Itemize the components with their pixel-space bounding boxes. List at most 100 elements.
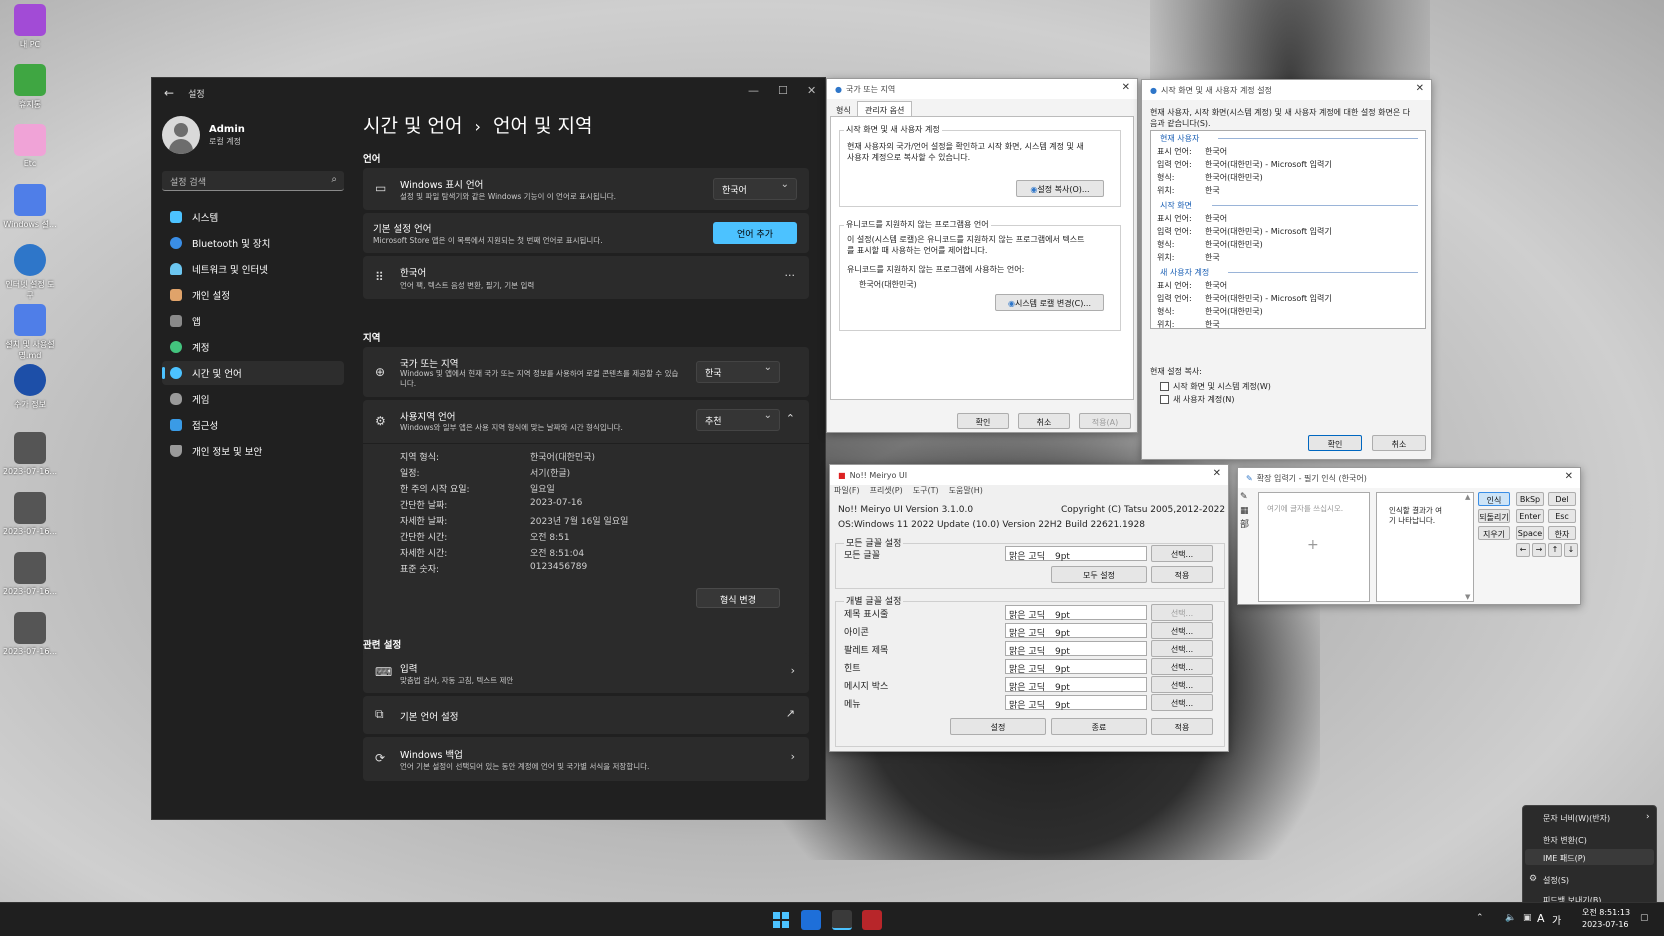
desktop-icon-recycle-bin[interactable]: 휴지통 [2,64,58,110]
select-palette-font-button[interactable]: 선택... [1151,640,1213,657]
apply-button[interactable]: 적용(A) [1079,413,1131,429]
sidebar-item-gaming[interactable]: 게임 [162,387,344,411]
checkbox-new-user[interactable] [1160,395,1169,404]
hanja-key[interactable]: 한자 [1548,526,1576,540]
sidebar-item-apps[interactable]: 앱 [162,309,344,333]
change-format-button[interactable]: 형식 변경 [696,588,780,608]
select-hint-font-button[interactable]: 선택... [1151,658,1213,675]
ok-button[interactable]: 확인 [957,413,1009,429]
menu-item-ime-pad[interactable]: IME 패드(P) [1543,853,1586,864]
recognition-result-list[interactable]: 인식할 결과가 여 기 나타납니다. ▲ ▼ [1376,492,1474,602]
select-icon-font-button[interactable]: 선택... [1151,622,1213,639]
drag-handle-icon[interactable]: ⠿ [375,270,384,284]
close-icon[interactable]: ✕ [1565,471,1573,482]
apply-all-button[interactable]: 적용 [1151,566,1213,583]
add-language-button[interactable]: 언어 추가 [713,222,797,244]
backspace-key[interactable]: BkSp [1516,492,1544,506]
delete-key[interactable]: Del [1548,492,1576,506]
speaker-icon[interactable]: 🔈 [1505,913,1516,923]
exit-button[interactable]: 종료 [1051,718,1147,735]
cancel-button[interactable]: 취소 [1018,413,1070,429]
close-icon[interactable]: ✕ [807,84,816,97]
minimize-icon[interactable]: — [748,84,759,97]
file-explorer-icon[interactable] [801,910,821,930]
scroll-up-icon[interactable]: ▲ [1465,493,1470,501]
enter-key[interactable]: Enter [1516,509,1544,523]
maximize-icon[interactable]: ☐ [778,84,788,97]
menu-item-hanja[interactable]: 한자 변환(C) [1543,835,1587,846]
chevron-up-icon[interactable]: ⌃ [1476,913,1484,923]
desktop-icon-info[interactable]: 수가 정보 [2,364,58,410]
close-icon[interactable]: ✕ [1122,82,1130,93]
sidebar-item-personalization[interactable]: 개인 설정 [162,283,344,307]
desktop-icon-this-pc[interactable]: 내 PC [2,4,58,50]
clear-button[interactable]: 지우기 [1478,526,1510,540]
arrow-up-icon[interactable]: ↑ [1548,543,1562,557]
handwriting-canvas[interactable]: 여기에 글자를 쓰십시오. + [1258,492,1370,602]
breadcrumb-parent[interactable]: 시간 및 언어 [363,115,462,137]
space-key[interactable]: Space [1516,526,1544,540]
select-title-font-button[interactable]: 선택... [1151,604,1213,621]
apply-button[interactable]: 적용 [1151,718,1213,735]
arrow-right-icon[interactable]: → [1532,543,1546,557]
ime-mode-indicator[interactable]: A [1537,912,1545,925]
ok-button[interactable]: 확인 [1308,435,1362,451]
copy-settings-button[interactable]: ◉설정 복사(O)... [1016,180,1104,197]
sidebar-item-time-language[interactable]: 시간 및 언어 [162,361,344,385]
desktop-icon-readme[interactable]: 설치 및 사용설명.md [2,304,58,361]
admin-language-card[interactable]: ⧉ 기본 언어 설정 ↗ [363,696,809,734]
desktop-icon-screenshot-1[interactable]: 2023-07-16... [2,432,58,476]
sidebar-item-bluetooth[interactable]: Bluetooth 및 장치 [162,231,344,255]
desktop-icon-screenshot-4[interactable]: 2023-07-16... [2,612,58,656]
select-all-font-button[interactable]: 선택... [1151,545,1213,562]
desktop-icon-internet-tools[interactable]: 인터넷 설정 도구 [2,244,58,301]
change-system-locale-button[interactable]: ◉시스템 로캘 변경(C)... [995,294,1104,311]
menu-preset[interactable]: 프리셋(P) [870,485,903,498]
arrow-down-icon[interactable]: ↓ [1564,543,1578,557]
notification-icon[interactable]: ▢ [1640,913,1649,923]
sidebar-item-accessibility[interactable]: 접근성 [162,413,344,437]
country-region-dropdown[interactable]: 한국 [696,361,780,383]
arrow-left-icon[interactable]: ← [1516,543,1530,557]
regional-format-dropdown[interactable]: 추천 [696,409,780,431]
scroll-down-icon[interactable]: ▼ [1465,593,1470,601]
settings-app-icon[interactable] [832,910,852,930]
network-icon[interactable]: ▣ [1523,913,1532,923]
close-icon[interactable]: ✕ [1416,83,1424,94]
sidebar-item-system[interactable]: 시스템 [162,205,344,229]
menu-tools[interactable]: 도구(T) [913,485,939,498]
menu-file[interactable]: 파일(F) [834,485,860,498]
clock-time[interactable]: 오전 8:51:13 [1582,907,1630,918]
close-icon[interactable]: ✕ [1213,468,1221,479]
language-item-korean[interactable]: ⠿ 한국어 언어 팩, 텍스트 음성 변환, 필기, 기본 입력 ··· [363,256,809,299]
select-messagebox-font-button[interactable]: 선택... [1151,676,1213,693]
select-menu-font-button[interactable]: 선택... [1151,694,1213,711]
ime-mode-icons[interactable]: ✎ ▦ 部 [1240,490,1254,550]
desktop-icon-windows-setup[interactable]: Windows 설... [2,184,58,230]
sidebar-item-accounts[interactable]: 계정 [162,335,344,359]
cancel-button[interactable]: 취소 [1372,435,1426,451]
avatar[interactable] [162,116,200,154]
sidebar-item-network[interactable]: 네트워크 및 인터넷 [162,257,344,281]
ime-language-indicator[interactable]: 가 [1552,912,1561,927]
windows-backup-card[interactable]: ⟳ Windows 백업 언어 기본 설정이 선택되어 있는 동안 계정에 언어… [363,737,809,781]
input-settings-card[interactable]: ⌨ 입력 맞춤법 검사, 자동 고침, 텍스트 제안 › [363,653,809,693]
search-input[interactable]: 설정 검색 ⌕ [162,171,344,191]
escape-key[interactable]: Esc [1548,509,1576,523]
back-arrow-icon[interactable]: ← [164,86,174,100]
menu-item-char-width[interactable]: 문자 너비(W)(반자) [1543,813,1610,824]
desktop-icon-screenshot-3[interactable]: 2023-07-16... [2,552,58,596]
chevron-up-icon[interactable]: ⌃ [786,412,795,425]
recognize-button[interactable]: 인식 [1478,492,1510,506]
checkbox-startup-system[interactable] [1160,382,1169,391]
desktop-icon-etc[interactable]: Etc [2,124,58,168]
start-button[interactable] [771,910,791,930]
display-language-dropdown[interactable]: 한국어 [713,178,797,200]
menu-item-settings[interactable]: 설정(S) [1543,875,1569,886]
desktop-icon-screenshot-2[interactable]: 2023-07-16... [2,492,58,536]
set-all-button[interactable]: 모두 설정 [1051,566,1147,583]
sidebar-item-privacy[interactable]: 개인 정보 및 보안 [162,439,344,463]
set-button[interactable]: 설정 [950,718,1046,735]
menu-help[interactable]: 도움말(H) [949,485,983,498]
meiryo-app-icon[interactable] [862,910,882,930]
